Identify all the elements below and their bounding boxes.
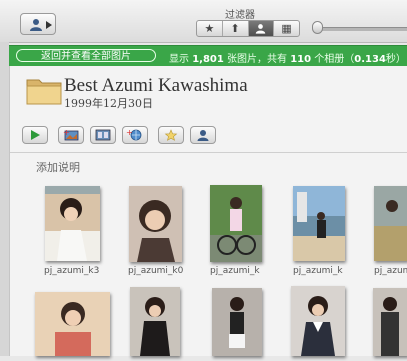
photo-thumbnail[interactable] xyxy=(45,186,100,261)
photo-caption: pj_azumi_k xyxy=(374,266,407,276)
photo-image xyxy=(373,288,407,356)
person-icon xyxy=(197,130,209,141)
status-prefix: 显示 xyxy=(169,54,189,65)
star-button[interactable] xyxy=(158,126,184,144)
photo-caption: pj_azumi_k xyxy=(293,266,343,276)
status-mid1: 张图片，共有 xyxy=(227,54,288,65)
photo-thumbnail[interactable] xyxy=(212,288,262,356)
photo-caption: pj_azumi_k xyxy=(210,266,260,276)
star-icon xyxy=(164,129,178,141)
filmstrip-button[interactable] xyxy=(90,126,116,144)
photo-image xyxy=(291,286,345,356)
image-count: 1,801 xyxy=(192,54,224,65)
photo-thumbnail[interactable] xyxy=(291,286,345,356)
back-to-all-photos-button[interactable]: 返回并查看全部图片 xyxy=(16,49,156,62)
filter-segmented-control: ★ ⬆ ▦ xyxy=(196,20,300,37)
add-photo-icon: + xyxy=(63,128,79,141)
photo-thumbnail[interactable] xyxy=(210,185,262,262)
people-menu-button[interactable] xyxy=(20,13,56,35)
load-seconds: 0.134 xyxy=(354,54,386,65)
filter-upload-button[interactable]: ⬆ xyxy=(223,21,249,36)
album-title: Best Azumi Kawashima xyxy=(64,75,248,96)
top-toolbar: 过滤器 ★ ⬆ ▦ xyxy=(0,0,407,43)
photo-image xyxy=(45,186,100,261)
photo-thumbnail[interactable] xyxy=(373,288,407,356)
folder-icon xyxy=(26,79,62,105)
globe-icon: + xyxy=(126,128,142,141)
person-icon xyxy=(256,24,266,34)
play-icon xyxy=(31,130,40,140)
filter-grid-button[interactable]: ▦ xyxy=(274,21,299,36)
photo-thumbnail[interactable] xyxy=(374,186,407,261)
divider xyxy=(10,152,407,153)
filter-label: 过滤器 xyxy=(225,10,255,21)
photo-thumbnail[interactable] xyxy=(130,287,180,356)
photo-caption: pj_azumi_k3 xyxy=(44,266,100,276)
zoom-slider-knob[interactable] xyxy=(312,21,323,34)
filmstrip-icon xyxy=(95,129,111,141)
svg-text:+: + xyxy=(126,128,133,137)
play-triangle-icon xyxy=(46,21,52,29)
photo-thumbnail[interactable] xyxy=(129,186,182,262)
status-mid2: 个相册（ xyxy=(314,54,355,65)
left-edge xyxy=(0,42,9,356)
photo-image xyxy=(212,288,262,356)
add-description-link[interactable]: 添加说明 xyxy=(36,159,80,175)
filter-star-button[interactable]: ★ xyxy=(197,21,223,36)
status-bar: 返回并查看全部图片 显示 1,801 张图片，共有 110 个相册（0.134秒… xyxy=(9,45,407,68)
web-share-button[interactable]: + xyxy=(122,126,148,144)
photo-image xyxy=(293,186,345,261)
photo-image xyxy=(210,185,262,262)
status-suffix: 秒） xyxy=(385,54,406,65)
filter-people-button[interactable] xyxy=(248,21,275,36)
photo-image xyxy=(130,287,180,356)
photo-caption: pj_azumi_k0 xyxy=(128,266,184,276)
photo-image xyxy=(374,186,407,261)
zoom-slider-track[interactable] xyxy=(318,27,407,31)
photo-image xyxy=(129,186,182,262)
person-icon xyxy=(30,19,42,31)
album-date: 1999年12月30日 xyxy=(64,97,153,110)
album-panel: Best Azumi Kawashima 1999年12月30日 + + 添加说… xyxy=(9,66,407,356)
status-text: 显示 1,801 张图片，共有 110 个相册（0.134秒） 51 xyxy=(169,50,407,65)
add-photo-button[interactable]: + xyxy=(58,126,84,144)
photo-image xyxy=(35,292,110,356)
photo-thumbnail[interactable] xyxy=(35,292,110,356)
svg-text:+: + xyxy=(63,128,70,137)
album-count: 110 xyxy=(290,54,312,65)
slideshow-button[interactable] xyxy=(22,126,48,144)
photo-thumbnail[interactable] xyxy=(293,186,345,261)
people-tag-button[interactable] xyxy=(190,126,216,144)
